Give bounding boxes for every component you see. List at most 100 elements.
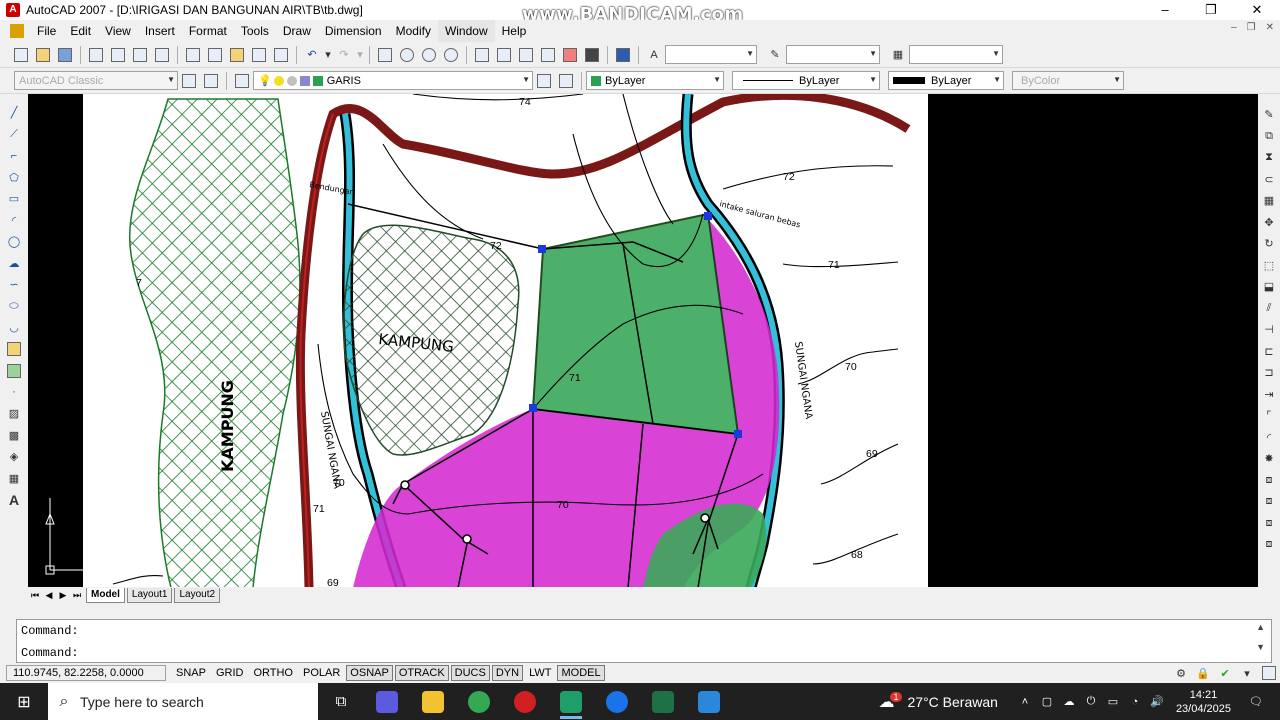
draw-order-front-icon[interactable]: ⧈ [1259,492,1279,512]
trim-icon[interactable]: ⫽ [1259,299,1279,319]
command-scrollbar[interactable]: ▲ ▼ [1256,622,1265,652]
linetype-dropdown[interactable]: ByLayer ▼ [732,71,880,90]
text-style-dropdown[interactable]: ▼ [665,45,757,64]
file-explorer-app-icon[interactable] [410,683,456,720]
copilot-app-icon[interactable] [364,683,410,720]
first-tab-arrow-icon[interactable]: ⏮ [28,590,42,601]
region-icon[interactable]: ◈ [4,447,24,467]
arc-icon[interactable]: ◜ [4,211,24,231]
plot-icon[interactable] [86,45,106,65]
design-center-icon[interactable] [494,45,514,65]
dim-style-dropdown[interactable]: ▼ [786,45,880,64]
rectangle-icon[interactable]: ▭ [4,189,24,209]
workspace-dropdown[interactable]: AutoCAD Classic ▼ [14,71,178,90]
draw-order-above-icon[interactable]: ⧈ [1259,535,1279,555]
lineweight-dropdown[interactable]: ByLayer ▼ [888,71,1004,90]
menu-tools[interactable]: Tools [234,20,276,42]
dim-style-icon[interactable]: ✎ [765,45,785,65]
task-view-icon[interactable]: ⧉ [318,683,364,720]
rotate-icon[interactable]: ↻ [1259,234,1279,254]
construction-line-icon[interactable]: ⟋ [4,125,24,145]
point-icon[interactable]: · [4,383,24,403]
open-icon[interactable] [33,45,53,65]
notification-icon[interactable]: 🗨 [1246,692,1266,712]
menu-insert[interactable]: Insert [138,20,182,42]
tray-usb-icon[interactable]: ⏻ [1081,692,1101,712]
copy-icon[interactable] [205,45,225,65]
menu-help[interactable]: Help [495,20,534,42]
table-style-icon[interactable]: ▦ [888,45,908,65]
minimize-button[interactable]: – [1142,0,1188,20]
last-tab-arrow-icon[interactable]: ⏭ [70,590,84,601]
make-current-layer-icon[interactable] [534,71,554,91]
polygon-icon[interactable]: ⬠ [4,168,24,188]
menu-window[interactable]: Window [437,20,495,42]
revision-cloud-icon[interactable]: ☁ [4,254,24,274]
layer-manager-icon[interactable] [232,71,252,91]
grid-toggle[interactable]: GRID [212,665,248,681]
command-line-box[interactable]: Command: Command: ▲ ▼ [16,619,1272,663]
zoom-previous-icon[interactable] [441,45,461,65]
break-at-point-icon[interactable]: ⊏ [1259,342,1279,362]
tray-comm-icon[interactable]: ⚙ [1171,663,1191,683]
ellipse-arc-icon[interactable]: ◡ [4,318,24,338]
calculator-icon[interactable] [582,45,602,65]
gradient-icon[interactable]: ▩ [4,426,24,446]
table-style-dropdown[interactable]: ▼ [909,45,1003,64]
tool-palettes-icon[interactable] [516,45,536,65]
zoom-realtime-icon[interactable] [397,45,417,65]
pan-icon[interactable] [375,45,395,65]
menu-format[interactable]: Format [182,20,234,42]
3d-dwf-icon[interactable] [152,45,172,65]
coordinate-readout[interactable]: 110.9745, 82.2258, 0.0000 [6,665,166,681]
tray-battery-icon[interactable]: ▭ [1103,692,1123,712]
ortho-toggle[interactable]: ORTHO [249,665,297,681]
table-icon[interactable]: ▦ [4,469,24,489]
menu-edit[interactable]: Edit [63,20,98,42]
qnew-icon[interactable] [11,45,31,65]
edge-app-icon[interactable] [594,683,640,720]
tray-network-icon[interactable]: ◔ [1125,692,1145,712]
redo-dropdown-icon[interactable]: ▾ [356,45,364,65]
weather-widget[interactable]: ☁ 1 27°C Berawan [878,691,998,712]
extend-icon[interactable]: ⊣ [1259,320,1279,340]
text-style-icon[interactable]: A [644,45,664,65]
doc-restore-button[interactable]: ❐ [1247,22,1256,33]
redo-icon[interactable]: ↷ [334,45,354,65]
workspace-settings-icon[interactable] [179,71,199,91]
properties-icon[interactable] [472,45,492,65]
tray-check-icon[interactable]: ✔ [1215,663,1235,683]
tab-layout1[interactable]: Layout1 [126,587,173,603]
multiline-text-icon[interactable]: A [4,490,24,510]
snap-toggle[interactable]: SNAP [172,665,210,681]
ducs-toggle[interactable]: DUCS [450,665,490,681]
zoom-window-icon[interactable] [419,45,439,65]
maximize-button[interactable]: ❐ [1188,0,1234,20]
tab-layout2[interactable]: Layout2 [174,587,221,603]
close-button[interactable]: ✕ [1234,0,1280,20]
color-dropdown[interactable]: ByLayer ▼ [586,71,724,90]
undo-icon[interactable]: ↶ [302,45,322,65]
sheet-set-icon[interactable] [538,45,558,65]
explode-icon[interactable]: ✸ [1259,449,1279,469]
menu-dimension[interactable]: Dimension [318,20,389,42]
hatch-icon[interactable]: ▨ [4,404,24,424]
plot-preview-icon[interactable] [108,45,128,65]
otrack-toggle[interactable]: OTRACK [394,665,449,681]
break-icon[interactable]: ⊐ [1259,363,1279,383]
taskbar-search-box[interactable]: ⌕ Type here to search [48,683,318,720]
document-icon[interactable] [10,24,24,38]
command-input-line[interactable]: Command: [17,642,1271,664]
chamfer-icon[interactable]: ⌜ [1259,406,1279,426]
fillet-icon[interactable]: ◜ [1259,428,1279,448]
insert-block-icon[interactable] [4,340,24,360]
layer-dropdown[interactable]: 💡 GARIS ▼ [253,71,533,90]
undo-dropdown-icon[interactable]: ▾ [324,45,332,65]
irrigation-map-image[interactable]: 74 72 72 71 71 71 70 70 70 69 69 68 7 KA… [83,94,928,588]
polar-toggle[interactable]: POLAR [299,665,344,681]
layer-previous-icon[interactable] [556,71,576,91]
tray-onedrive-icon[interactable]: ☁ [1059,692,1079,712]
osnap-toggle[interactable]: OSNAP [346,665,393,681]
polyline-icon[interactable]: ⌐ [4,146,24,166]
join-icon[interactable]: ⇥ [1259,385,1279,405]
